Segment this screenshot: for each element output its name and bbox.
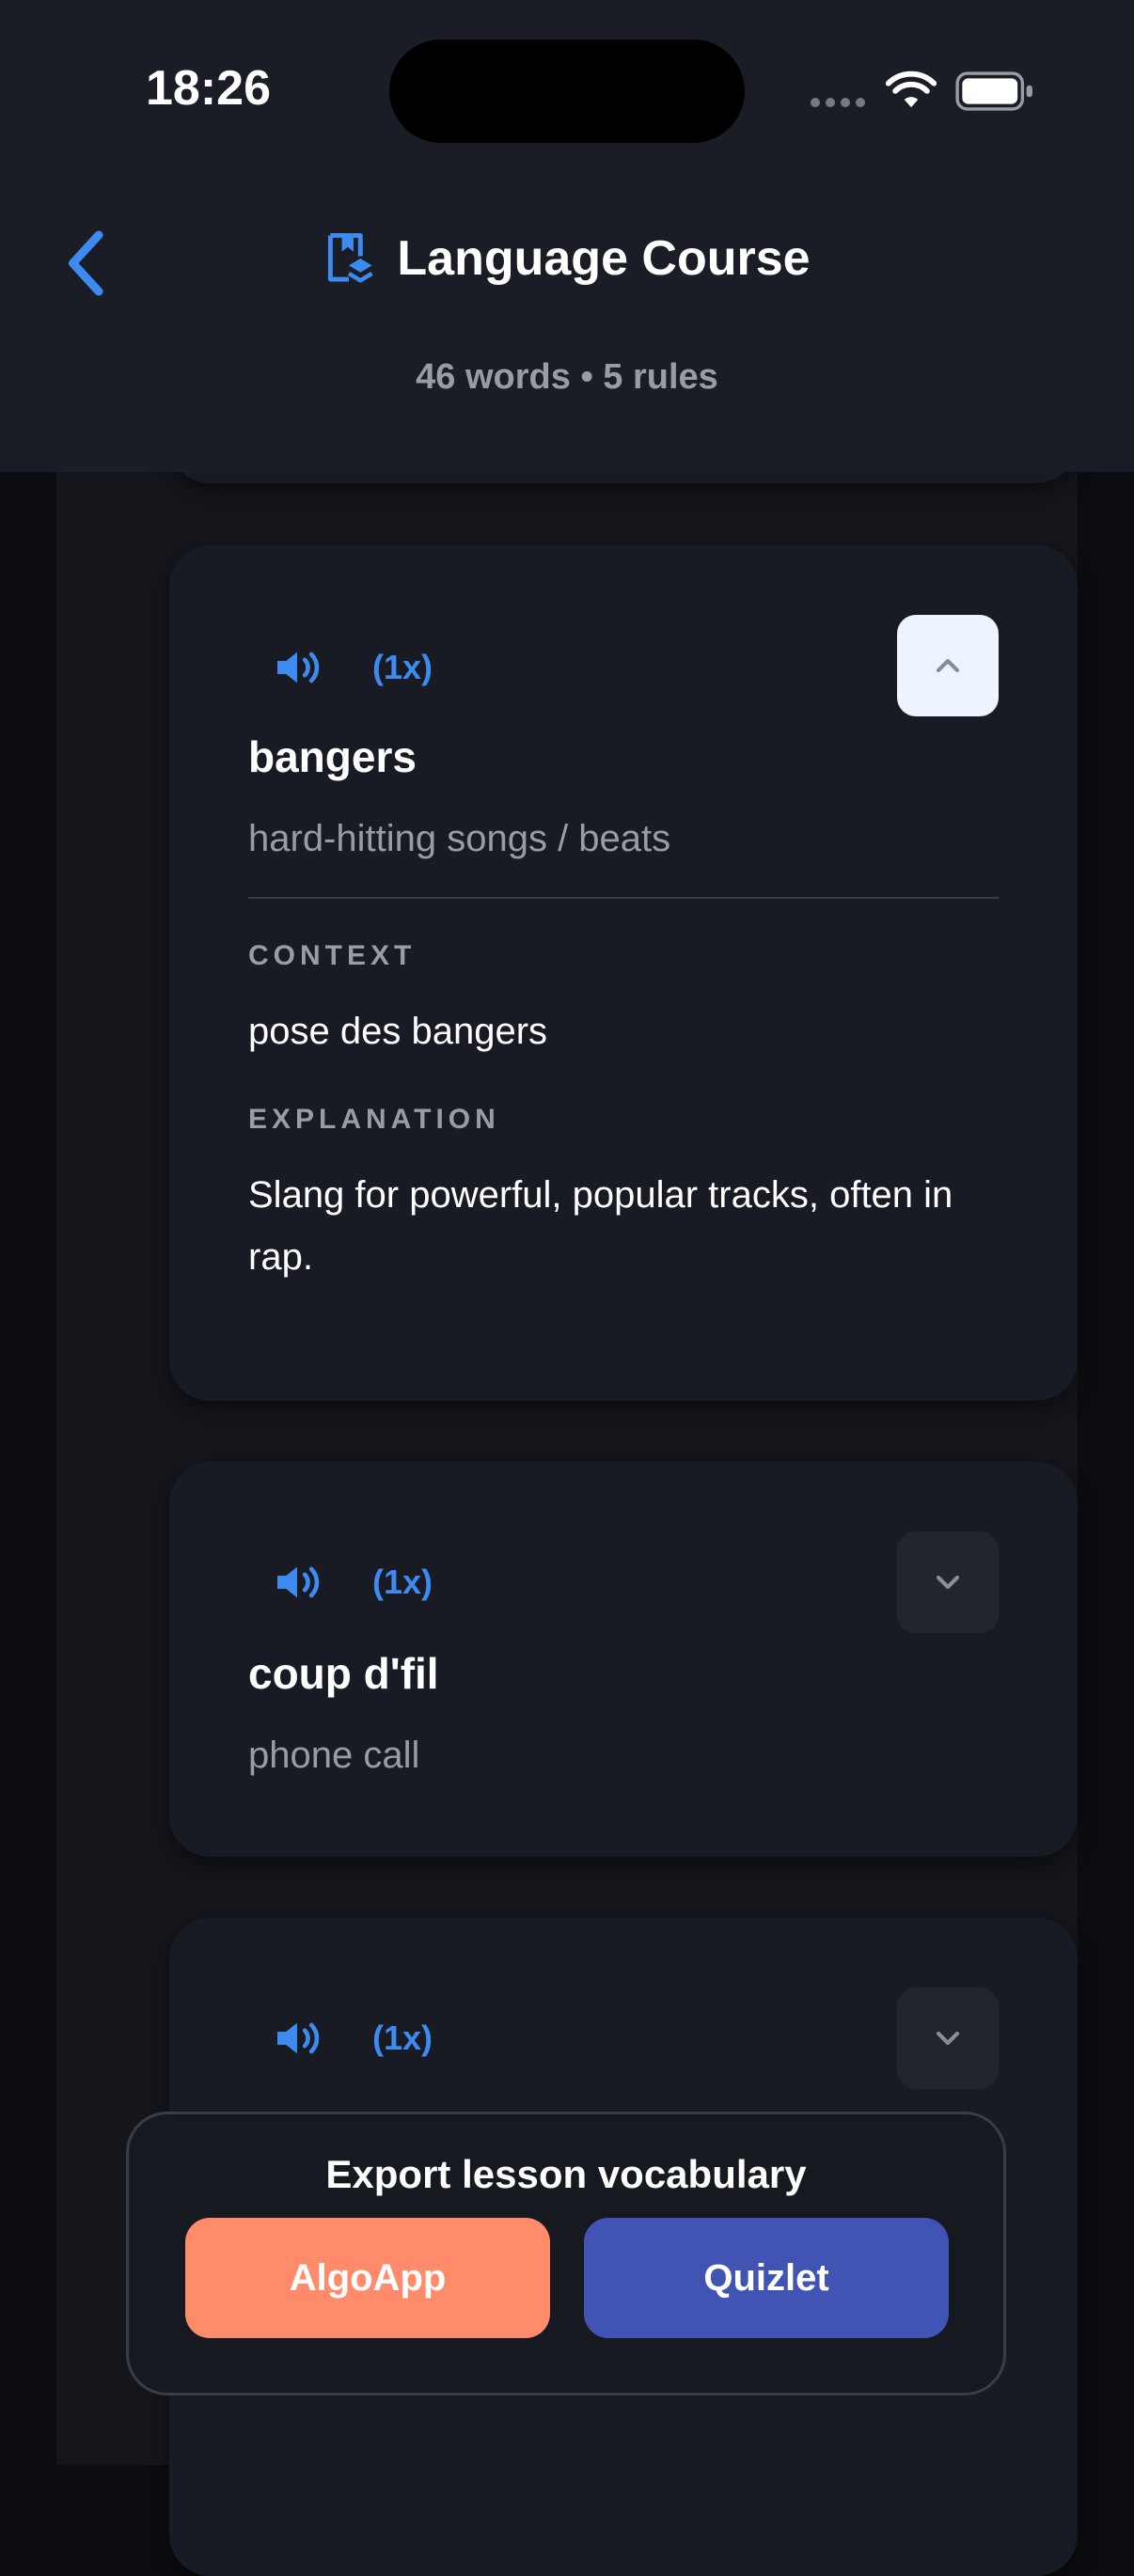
chevron-up-icon	[936, 658, 960, 673]
export-algoapp-button[interactable]: AlgoApp	[185, 2218, 550, 2338]
book-icon	[328, 232, 374, 283]
audio-controls: (1x)	[271, 639, 433, 696]
word-translation: phone call	[248, 1735, 420, 1776]
divider	[248, 897, 999, 899]
explanation-text: Slang for powerful, popular tracks, ofte…	[248, 1174, 953, 1278]
word-translation: hard-hitting songs / beats	[248, 818, 671, 859]
export-panel: Export lesson vocabulary AlgoApp Quizlet	[126, 2112, 1006, 2395]
export-title: Export lesson vocabulary	[325, 2152, 807, 2196]
explanation-label: EXPLANATION	[248, 1104, 500, 1135]
page-subtitle: 46 words • 5 rules	[416, 357, 718, 397]
audio-controls: (1x)	[271, 2010, 433, 2066]
speaker-icon[interactable]	[271, 641, 323, 694]
word-term: coup d'fil	[248, 1649, 439, 1698]
chevron-down-icon	[936, 1575, 960, 1590]
header: 18:26 Language Course 46 words • 5 rules	[0, 0, 1134, 472]
playback-speed[interactable]: (1x)	[372, 1563, 433, 1602]
expand-button[interactable]	[897, 1987, 999, 2089]
context-text: pose des bangers	[248, 1011, 548, 1052]
battery-icon	[955, 71, 1032, 111]
playback-speed[interactable]: (1x)	[372, 2018, 433, 2058]
status-time: 18:26	[146, 61, 271, 116]
collapse-button[interactable]	[897, 615, 999, 716]
page-title: Language Course	[397, 231, 811, 286]
title-row: Language Course	[0, 226, 1134, 291]
context-label: CONTEXT	[248, 940, 417, 971]
playback-speed[interactable]: (1x)	[372, 648, 433, 687]
wifi-icon	[886, 71, 937, 108]
dynamic-island	[389, 39, 745, 143]
speaker-icon[interactable]	[271, 1556, 323, 1609]
audio-controls: (1x)	[271, 1554, 433, 1610]
expand-button[interactable]	[897, 1531, 999, 1633]
export-quizlet-button[interactable]: Quizlet	[584, 2218, 949, 2338]
speaker-icon[interactable]	[271, 2012, 323, 2065]
word-term: bangers	[248, 732, 417, 781]
cellular-signal-icon	[811, 98, 865, 107]
chevron-down-icon	[936, 2031, 960, 2046]
word-card: (1x) coup d'fil phone call	[169, 1462, 1078, 1857]
word-card: (1x) bangers hard-hitting songs / beats …	[169, 545, 1078, 1401]
